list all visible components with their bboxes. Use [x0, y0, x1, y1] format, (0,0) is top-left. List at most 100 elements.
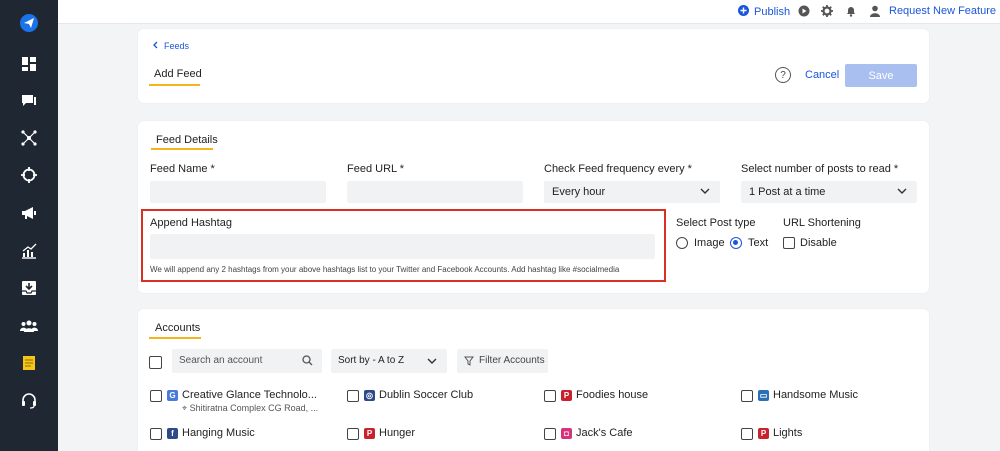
- account-checkbox[interactable]: [544, 428, 556, 440]
- chevron-down-icon: [700, 186, 710, 199]
- title-underline: [149, 84, 200, 86]
- account-checkbox[interactable]: [150, 428, 162, 440]
- chevron-down-icon: [897, 186, 907, 199]
- request-feature-link[interactable]: Request New Feature: [889, 5, 996, 17]
- google-business-icon: G: [167, 390, 178, 401]
- account-name: Foodies house: [576, 389, 649, 401]
- pinterest-icon: P: [758, 428, 769, 439]
- sidebar-item-analytics[interactable]: [0, 237, 58, 267]
- feed-url-field[interactable]: [347, 181, 523, 203]
- facebook-icon: f: [167, 428, 178, 439]
- instagram-icon: ◘: [561, 428, 572, 439]
- post-type-image-radio[interactable]: [676, 237, 688, 249]
- top-bar: Publish Request New Feature: [58, 0, 1000, 24]
- facebook-group-icon: ◎: [364, 390, 375, 401]
- account-item[interactable]: ◎ Dublin Soccer Club: [364, 389, 473, 401]
- cancel-button[interactable]: Cancel: [805, 69, 839, 81]
- account-checkbox[interactable]: [347, 390, 359, 402]
- sidebar-item-support[interactable]: [0, 387, 58, 417]
- sidebar-item-dashboard[interactable]: [0, 50, 58, 80]
- location-pin-icon: ⌖: [182, 403, 190, 413]
- feed-name-field[interactable]: [150, 181, 326, 203]
- sort-label: Sort by - A to Z: [338, 355, 405, 366]
- pinterest-icon: P: [364, 428, 375, 439]
- account-name: Hanging Music: [182, 427, 255, 439]
- account-checkbox[interactable]: [544, 390, 556, 402]
- help-icon[interactable]: ?: [775, 67, 791, 83]
- sidebar-item-network[interactable]: [0, 124, 58, 154]
- search-input[interactable]: Search an account: [172, 349, 322, 373]
- save-label: Save: [868, 69, 894, 82]
- frequency-select[interactable]: Every hour: [544, 181, 720, 203]
- help-label: ?: [780, 69, 786, 81]
- url-shortening-checkbox[interactable]: [783, 237, 795, 249]
- notifications-button[interactable]: [844, 5, 858, 19]
- post-type-text-radio[interactable]: [730, 237, 742, 249]
- support-headset-icon: [21, 392, 37, 412]
- account-item[interactable]: f Hanging Music: [167, 427, 255, 439]
- send-logo-icon: [19, 13, 39, 36]
- sidebar-item-notes[interactable]: [0, 349, 58, 379]
- pinterest-icon: P: [561, 390, 572, 401]
- notes-icon: [21, 355, 37, 374]
- account-checkbox[interactable]: [741, 390, 753, 402]
- account-name: Creative Glance Technolo...: [182, 389, 317, 401]
- account-name: Handsome Music: [773, 389, 858, 401]
- feed-details-title: Feed Details: [156, 134, 218, 146]
- account-checkbox[interactable]: [347, 428, 359, 440]
- search-placeholder: Search an account: [179, 355, 263, 366]
- sidebar-item-inbox[interactable]: [0, 274, 58, 304]
- account-name: Lights: [773, 427, 803, 439]
- post-type-text-label: Text: [748, 237, 769, 249]
- analytics-icon: [21, 243, 37, 262]
- account-item[interactable]: ◘ Jack's Cafe: [561, 427, 633, 439]
- posts-select[interactable]: 1 Post at a time: [741, 181, 917, 203]
- account-location: ⌖ Shitiratna Complex CG Road, ...: [182, 403, 319, 413]
- feed-name-label: Feed Name *: [150, 163, 215, 175]
- sort-select[interactable]: Sort by - A to Z: [331, 349, 447, 373]
- user-icon: [869, 5, 881, 20]
- select-all-checkbox[interactable]: [149, 356, 162, 369]
- filter-label: Filter Accounts: [479, 355, 545, 366]
- hashtag-field[interactable]: [150, 234, 655, 259]
- sidebar-item-home[interactable]: [0, 9, 58, 39]
- account-item[interactable]: P Foodies house: [561, 389, 648, 401]
- target-icon: [21, 166, 37, 186]
- account-checkbox[interactable]: [150, 390, 162, 402]
- feed-details-underline: [151, 148, 213, 150]
- account-item[interactable]: ▭ Handsome Music: [758, 389, 858, 401]
- account-checkbox[interactable]: [741, 428, 753, 440]
- account-item[interactable]: P Lights: [758, 427, 802, 439]
- post-type-label: Select Post type: [676, 217, 756, 229]
- filter-accounts-button[interactable]: Filter Accounts: [457, 349, 548, 373]
- account-item[interactable]: P Hunger: [364, 427, 415, 439]
- instagram-business-icon: ▭: [758, 390, 769, 401]
- account-name: Dublin Soccer Club: [379, 389, 474, 401]
- publish-button[interactable]: Publish: [738, 5, 790, 19]
- sidebar-item-team[interactable]: [0, 312, 58, 342]
- play-button[interactable]: [797, 5, 811, 19]
- accounts-title: Accounts: [155, 322, 201, 334]
- plus-circle-icon: [738, 5, 749, 19]
- account-item[interactable]: G Creative Glance Technolo... ⌖ Shitirat…: [167, 389, 318, 414]
- header-card: Feeds Add Feed ? Cancel Save: [138, 29, 929, 103]
- hashtag-help-text: We will append any 2 hashtags from your …: [150, 265, 620, 274]
- bell-icon: [845, 5, 857, 20]
- posts-label: Select number of posts to read *: [741, 163, 899, 175]
- account-name: Jack's Cafe: [576, 427, 633, 439]
- sidebar-item-campaigns[interactable]: [0, 199, 58, 229]
- megaphone-icon: [21, 205, 37, 224]
- gear-icon: [821, 4, 833, 20]
- settings-button[interactable]: [820, 4, 834, 20]
- feed-url-label: Feed URL *: [347, 163, 405, 175]
- sidebar-item-messages[interactable]: [0, 87, 58, 117]
- publish-label: Publish: [754, 6, 791, 18]
- save-button[interactable]: Save: [845, 64, 917, 87]
- filter-icon: [464, 356, 474, 369]
- network-icon: [21, 129, 37, 149]
- accounts-underline: [149, 337, 201, 339]
- breadcrumb[interactable]: Feeds: [152, 41, 189, 51]
- sidebar-item-target[interactable]: [0, 161, 58, 191]
- profile-button[interactable]: [868, 5, 882, 19]
- breadcrumb-feeds: Feeds: [164, 41, 190, 51]
